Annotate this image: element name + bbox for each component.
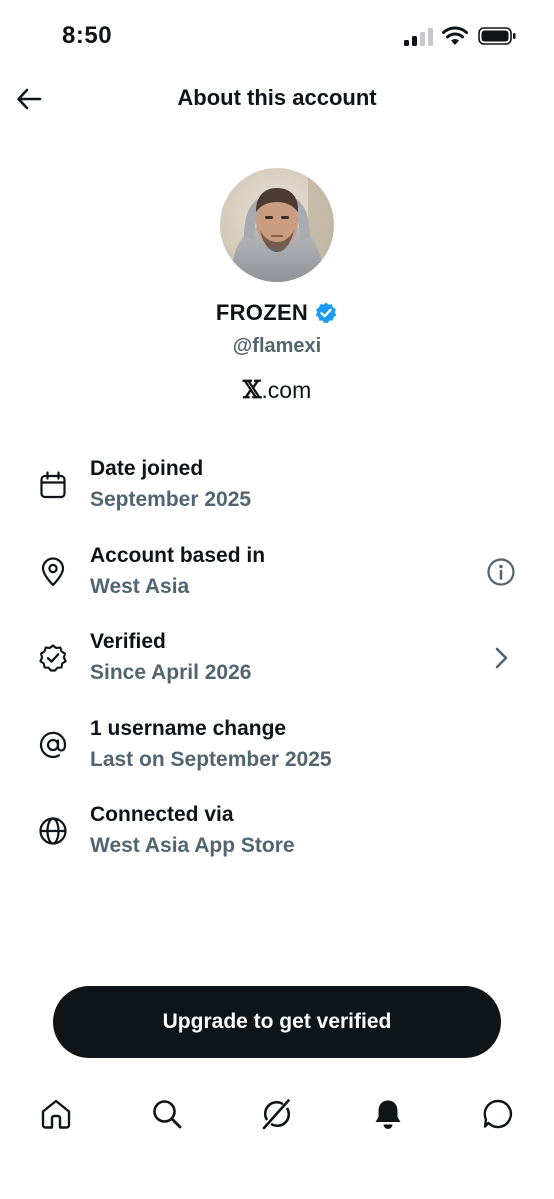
page-title: About this account (177, 85, 377, 110)
detail-connected-via: Connected via West Asia App Store (0, 798, 554, 885)
account-details-list: Date joined September 2025 Account based… (0, 452, 554, 885)
location-pin-icon (41, 556, 65, 586)
grok-icon[interactable] (260, 1097, 294, 1131)
detail-date-joined: Date joined September 2025 (0, 452, 554, 539)
handle: @flamexi (232, 335, 322, 357)
avatar[interactable] (220, 168, 334, 282)
detail-value: West Asia (90, 574, 190, 598)
detail-value: Last on September 2025 (90, 747, 332, 771)
detail-title: Verified (90, 630, 166, 653)
info-icon[interactable] (486, 557, 516, 587)
detail-title: Connected via (90, 803, 234, 826)
site-domain: .com (261, 377, 312, 403)
verified-badge-icon[interactable] (314, 301, 338, 325)
detail-username-change: 1 username change Last on September 2025 (0, 712, 554, 799)
profile-photo (220, 168, 334, 282)
detail-value: September 2025 (90, 488, 252, 511)
x-logo: 𝕏 (242, 375, 262, 404)
globe-icon (39, 817, 67, 845)
detail-value: West Asia App Store (90, 834, 295, 857)
status-bar: 8:50 (0, 0, 554, 70)
detail-account-based-in: Account based in West Asia (0, 539, 554, 626)
nav-bar: About this account (0, 70, 554, 128)
messages-icon[interactable] (481, 1097, 515, 1131)
site-link[interactable]: 𝕏 .com (0, 375, 554, 404)
upgrade-button[interactable]: Upgrade to get verified (53, 986, 501, 1058)
calendar-icon (40, 471, 66, 499)
detail-title: Account based in (90, 543, 266, 567)
display-name: FROZEN (215, 300, 309, 325)
status-time: 8:50 (62, 22, 113, 49)
notifications-icon[interactable] (371, 1097, 405, 1131)
detail-title: 1 username change (90, 716, 287, 740)
bottom-tab-bar (0, 1082, 554, 1152)
verified-badge-outline-icon (39, 644, 67, 672)
chevron-right-icon[interactable] (486, 643, 516, 673)
detail-title: Date joined (90, 457, 204, 480)
display-name-row: FROZEN (0, 300, 554, 326)
at-sign-icon (39, 731, 67, 758)
search-icon[interactable] (150, 1097, 184, 1131)
detail-verified[interactable]: Verified Since April 2026 (0, 625, 554, 712)
signal-icon (404, 28, 433, 46)
battery-icon (478, 27, 516, 45)
wifi-icon (442, 26, 468, 45)
home-icon[interactable] (39, 1097, 73, 1131)
detail-value: Since April 2026 (90, 661, 252, 684)
